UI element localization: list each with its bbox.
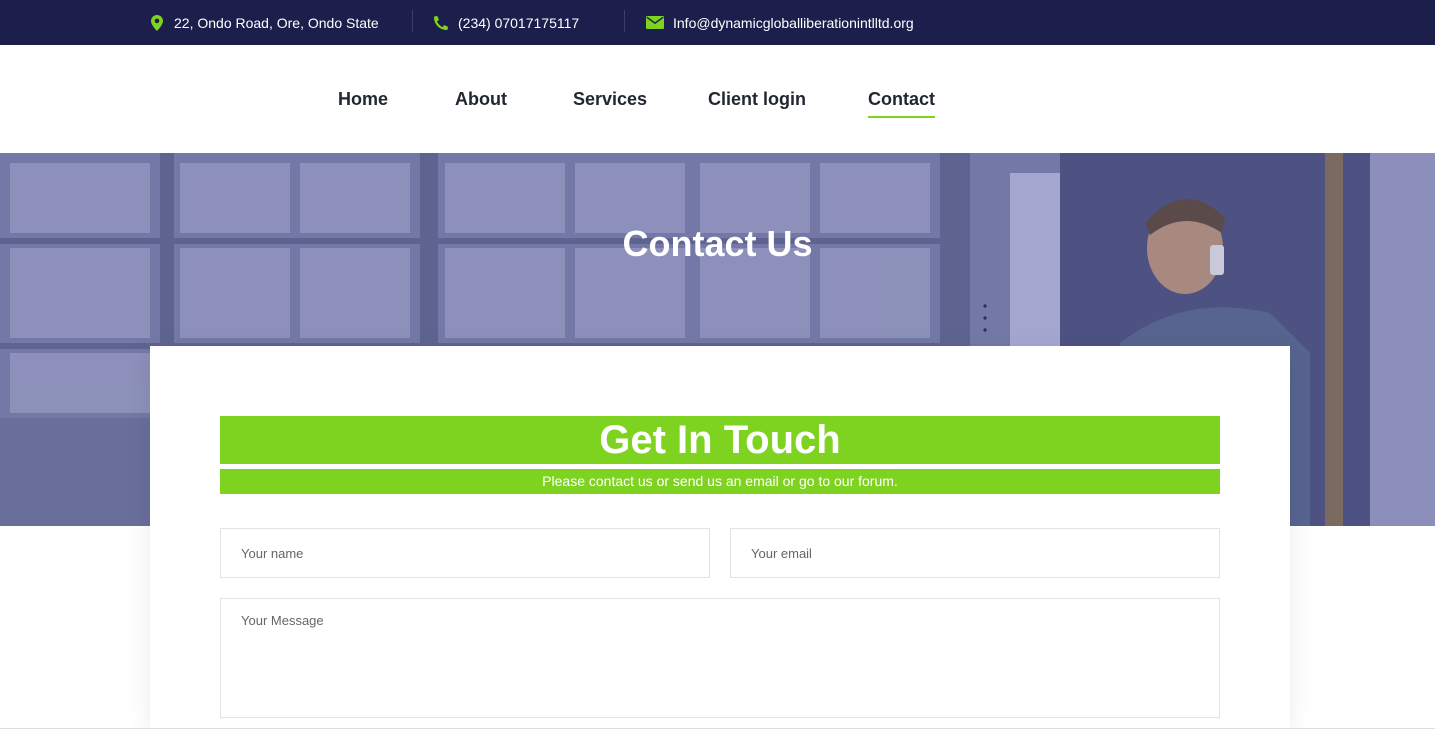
divider [624,10,625,32]
nav-client-login[interactable]: Client login [708,89,806,110]
phone-text[interactable]: (234) 07017175117 [458,15,579,31]
contact-form-card: Get In Touch Please contact us or send u… [150,346,1290,729]
email-input[interactable] [730,528,1220,578]
address-text: 22, Ondo Road, Ore, Ondo State [174,14,379,31]
nav-home[interactable]: Home [338,89,388,110]
nav-about[interactable]: About [455,89,507,110]
nav-contact[interactable]: Contact [868,89,935,118]
main-nav: Home About Services Client login Contact [0,45,1435,153]
page-title: Contact Us [622,223,813,264]
nav-services[interactable]: Services [573,89,647,110]
message-textarea[interactable] [220,598,1220,718]
name-input[interactable] [220,528,710,578]
address-item: 22, Ondo Road, Ore, Ondo State [148,0,379,45]
email-item[interactable]: Info@dynamicgloballiberationintlltd.org [645,0,914,45]
phone-icon [432,14,450,32]
phone-item[interactable]: (234) 07017175117 [432,0,579,45]
get-in-touch-heading: Get In Touch [220,416,1220,464]
map-pin-icon [148,14,166,32]
top-info-bar: 22, Ondo Road, Ore, Ondo State (234) 070… [0,0,1435,45]
email-text[interactable]: Info@dynamicgloballiberationintlltd.org [673,15,914,31]
envelope-icon [645,14,665,32]
contact-subheading: Please contact us or send us an email or… [220,469,1220,494]
divider [412,10,413,32]
